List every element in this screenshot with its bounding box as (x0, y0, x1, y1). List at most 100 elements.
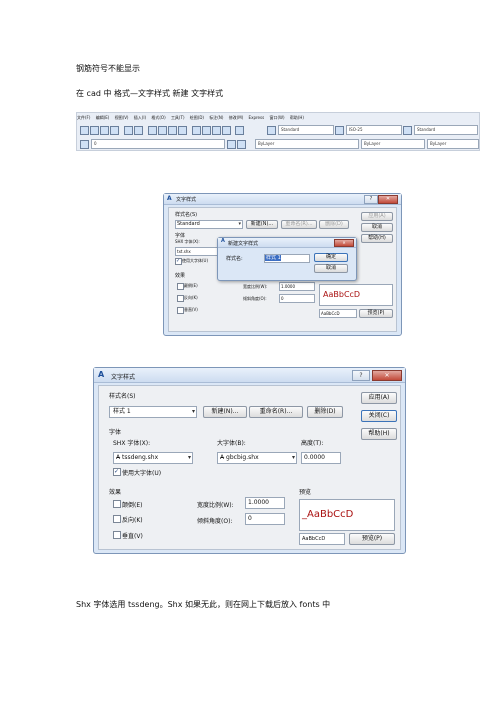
close-icon[interactable]: ✕ (372, 370, 402, 381)
shx-font-select[interactable]: A̶ tssdeng.shx ▾ (113, 452, 193, 464)
menu-item[interactable]: Express (249, 115, 265, 120)
text-style-dialog-small: A 文字样式 ? ✕ 样式名(S) Standard ▾ 新建(N)... 重命名… (163, 193, 402, 336)
app-icon: A (167, 195, 172, 202)
menu-item[interactable]: 绘图(D) (190, 115, 204, 120)
table-style-icon (403, 126, 412, 135)
height-input[interactable]: 0.0000 (301, 452, 341, 464)
font-group-label: 字体 (175, 233, 186, 239)
preview-text: _AaBbCcD (302, 509, 354, 520)
preview-button[interactable]: 预览(P) (349, 533, 395, 545)
color-combo[interactable]: ByLayer (255, 139, 359, 149)
width-factor-input[interactable]: 1.0000 (245, 497, 285, 509)
oblique-angle-input[interactable]: 0 (279, 294, 315, 303)
menu-item[interactable]: 工具(T) (171, 115, 185, 120)
help-button[interactable]: 帮助(H) (361, 428, 397, 440)
text-style-dialog-large: A 文字样式 ? ✕ 样式名(S) 样式 1 ▾ 新建(N)... 重命名(R).… (93, 367, 406, 554)
design-center-icon[interactable] (202, 126, 211, 135)
cancel-button[interactable]: 取消 (361, 223, 393, 232)
menu-item[interactable]: 插入(I) (134, 115, 146, 120)
text-style-value: Standard (281, 127, 300, 132)
menu-item[interactable]: 格式(O) (151, 115, 165, 120)
zoom-icon[interactable] (158, 126, 167, 135)
rename-style-button[interactable]: 重命名(R)... (249, 406, 303, 418)
use-bigfont-checkbox[interactable] (113, 468, 121, 476)
redo-icon[interactable] (134, 126, 143, 135)
style-name-select[interactable]: Standard ▾ (175, 220, 243, 229)
preview-text-input[interactable]: AaBbCcD (299, 533, 345, 545)
tool-palette-icon[interactable] (212, 126, 221, 135)
delete-style-button[interactable]: 删除(D) (307, 406, 343, 418)
backwards-checkbox[interactable] (177, 295, 184, 302)
chevron-down-icon: ▾ (291, 454, 295, 461)
effects-group-label: 效果 (175, 273, 186, 279)
style-name-label: 样式名(S) (175, 212, 198, 218)
table-style-combo[interactable]: Standard (414, 125, 478, 135)
vertical-checkbox[interactable] (177, 307, 184, 314)
ok-button[interactable]: 确定 (314, 253, 348, 262)
style-name-select[interactable]: 样式 1 ▾ (109, 406, 197, 418)
close-icon[interactable]: ✕ (378, 195, 398, 204)
zoom-previous-icon[interactable] (178, 126, 187, 135)
pan-icon[interactable] (148, 126, 157, 135)
menu-item[interactable]: 修改(M) (229, 115, 244, 120)
calculator-icon[interactable] (222, 126, 231, 135)
vertical-checkbox[interactable] (113, 531, 121, 539)
linetype-combo[interactable]: ByLayer (361, 139, 425, 149)
save-icon[interactable] (100, 126, 109, 135)
help-question-icon[interactable]: ? (364, 195, 378, 204)
bigfont-select[interactable]: A̶ gbcbig.shx ▾ (217, 452, 297, 464)
upside-down-checkbox[interactable] (113, 500, 121, 508)
rename-style-button[interactable]: 重命名(R)... (281, 220, 317, 229)
backwards-checkbox[interactable] (113, 515, 121, 523)
menu-item[interactable]: 编辑(E) (96, 115, 110, 120)
zoom-window-icon[interactable] (168, 126, 177, 135)
new-file-icon[interactable] (80, 126, 89, 135)
bigfont-label: 大字体(B): (217, 440, 246, 447)
apply-button[interactable]: 应用(A) (361, 392, 397, 404)
help-question-icon[interactable]: ? (352, 370, 370, 381)
new-style-button[interactable]: 新建(N)... (203, 406, 247, 418)
use-bigfont-checkbox[interactable] (175, 258, 182, 265)
cad-menu-bar: 文件(F) 编辑(E) 视图(V) 插入(I) 格式(O) 工具(T) 绘图(D… (77, 113, 479, 122)
layer-combo[interactable]: 0 (91, 139, 225, 149)
preview-button[interactable]: 预览(P) (359, 309, 393, 318)
backwards-label: 反向(K) (184, 295, 198, 300)
lineweight-combo[interactable]: ByLayer (427, 139, 479, 149)
make-current-icon[interactable] (227, 140, 236, 149)
help-button[interactable]: 帮助(H) (361, 234, 393, 243)
menu-item[interactable]: 窗口(W) (269, 115, 284, 120)
apply-button[interactable]: 应用(A) (361, 212, 393, 221)
width-factor-input[interactable]: 1.0000 (279, 282, 315, 291)
menu-item[interactable]: 文件(F) (77, 115, 90, 120)
dim-style-combo[interactable]: ISO-25 (346, 125, 402, 135)
style-name-value: Standard (177, 221, 200, 227)
new-style-name-input[interactable]: 样式 1 (264, 254, 310, 263)
shx-font-label: SHX 字体(X): (113, 440, 151, 447)
menu-item[interactable]: 标注(N) (209, 115, 223, 120)
menu-item[interactable]: 帮助(H) (290, 115, 304, 120)
layer-manager-icon[interactable] (80, 140, 89, 149)
undo-icon[interactable] (124, 126, 133, 135)
preview-text-input[interactable]: AaBbCcD (319, 309, 357, 318)
app-icon: A (221, 238, 225, 244)
oblique-angle-input[interactable]: 0 (245, 513, 285, 525)
preview-box: _AaBbCcD (299, 499, 395, 531)
bigfont-glyph-icon: A̶ (220, 454, 225, 461)
height-label: 高度(T): (301, 440, 324, 447)
print-icon[interactable] (110, 126, 119, 135)
upside-down-checkbox[interactable] (177, 283, 184, 290)
new-text-style-dialog: A 新建文字样式 ✕ 样式名: 样式 1 确定 取消 (217, 237, 357, 281)
close-icon[interactable]: ✕ (334, 239, 354, 247)
menu-item[interactable]: 视图(V) (115, 115, 129, 120)
preview-field-value: AaBbCcD (302, 536, 326, 542)
open-file-icon[interactable] (90, 126, 99, 135)
doc-instruction: 在 cad 中 格式—文字样式 新建 文字样式 (76, 89, 224, 98)
text-style-combo[interactable]: Standard (278, 125, 334, 135)
delete-style-button[interactable]: 删除(D) (319, 220, 349, 229)
new-style-button[interactable]: 新建(N)... (246, 220, 278, 229)
close-button[interactable]: 关闭(C) (361, 410, 397, 422)
properties-icon[interactable] (192, 126, 201, 135)
help-icon[interactable] (235, 126, 244, 135)
layer-previous-icon[interactable] (237, 140, 246, 149)
cancel-button[interactable]: 取消 (314, 264, 348, 273)
